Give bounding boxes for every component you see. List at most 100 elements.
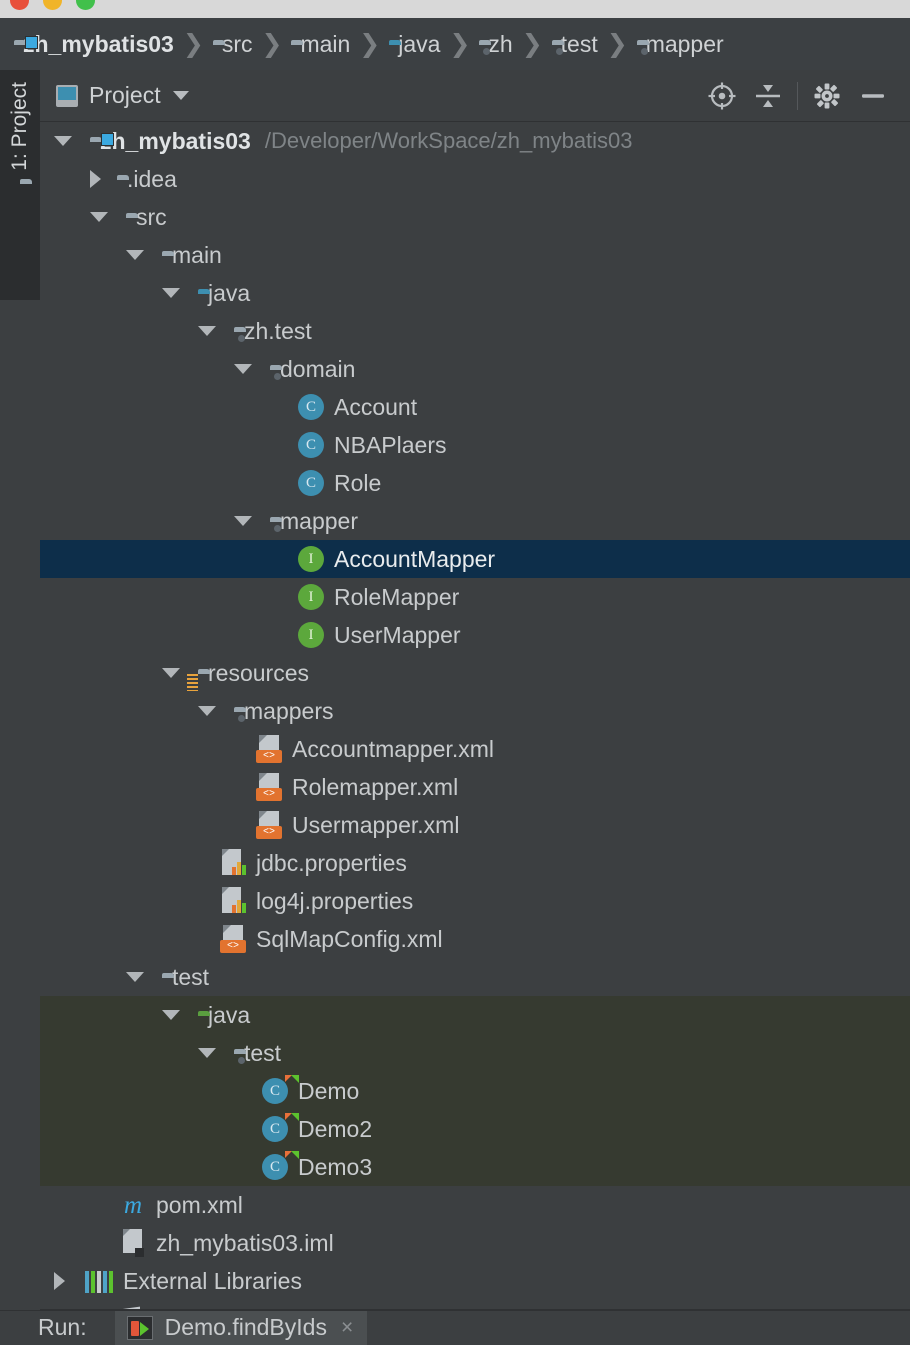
tree-row-package-mapper[interactable]: mapper <box>40 502 910 540</box>
tree-row-file-rolemapper-xml[interactable]: <> Rolemapper.xml <box>40 768 910 806</box>
tree-row-label: resources <box>208 659 309 686</box>
tree-row-interface-accountmapper[interactable]: I AccountMapper <box>40 540 910 578</box>
tree-row-file-sqlmapconfig-xml[interactable]: <> SqlMapConfig.xml <box>40 920 910 958</box>
expand-arrow-icon[interactable] <box>90 212 108 222</box>
close-icon[interactable]: × <box>341 1316 353 1340</box>
tree-row-label: SqlMapConfig.xml <box>256 925 443 952</box>
tree-row-package-zh-test[interactable]: zh.test <box>40 312 910 350</box>
collapse-arrow-icon[interactable] <box>90 170 101 188</box>
minimize-window-button[interactable] <box>43 0 62 10</box>
run-tab[interactable]: Demo.findByIds × <box>114 1310 368 1345</box>
project-view-selector[interactable]: Project <box>56 82 189 109</box>
tree-row-label: java <box>208 279 251 306</box>
expand-arrow-icon[interactable] <box>234 364 252 374</box>
tree-row-file-pom-xml[interactable]: m pom.xml <box>40 1186 910 1224</box>
expand-arrow-icon[interactable] <box>162 668 180 678</box>
tree-row-java-main[interactable]: java <box>40 274 910 312</box>
tree-row-project[interactable]: zh_mybatis03 /Developer/WorkSpace/zh_myb… <box>40 122 910 160</box>
breadcrumb-item-zh[interactable]: zh <box>479 30 513 58</box>
tree-row-package-test[interactable]: test <box>40 1034 910 1072</box>
tree-row-label: zh.test <box>244 317 312 344</box>
tree-row-label: RoleMapper <box>334 583 460 610</box>
tree-row-file-log4j-properties[interactable]: log4j.properties <box>40 882 910 920</box>
breadcrumb-label: zh <box>488 30 513 57</box>
breadcrumb-separator-icon: ❯ <box>521 30 543 58</box>
tree-row-main[interactable]: main <box>40 236 910 274</box>
expand-arrow-icon[interactable] <box>162 288 180 298</box>
maximize-window-button[interactable] <box>76 0 95 10</box>
breadcrumb-item-project[interactable]: zh_mybatis03 <box>14 31 174 58</box>
tree-row-folder-mappers[interactable]: mappers <box>40 692 910 730</box>
tree-row-label: mapper <box>280 507 358 534</box>
tree-row-file-jdbc-properties[interactable]: jdbc.properties <box>40 844 910 882</box>
window-controls[interactable] <box>10 0 95 10</box>
tree-row-class-nbaplaers[interactable]: C NBAPlaers <box>40 426 910 464</box>
tree-row-label: Accountmapper.xml <box>292 735 494 762</box>
collapse-all-icon[interactable] <box>745 73 791 119</box>
breadcrumb-item-java[interactable]: java <box>389 31 440 58</box>
tree-row-file-iml[interactable]: zh_mybatis03.iml <box>40 1224 910 1262</box>
tree-row-label: domain <box>280 355 356 382</box>
settings-gear-icon[interactable] <box>804 73 850 119</box>
java-interface-icon: I <box>298 546 324 572</box>
java-interface-icon: I <box>298 622 324 648</box>
tree-row-file-accountmapper-xml[interactable]: <> Accountmapper.xml <box>40 730 910 768</box>
java-class-icon: C <box>298 470 324 496</box>
collapse-arrow-icon[interactable] <box>54 1272 65 1290</box>
tree-row-src[interactable]: src <box>40 198 910 236</box>
breadcrumb-item-main[interactable]: main <box>291 31 350 58</box>
xml-file-icon: <> <box>256 735 282 763</box>
tree-row-folder-test[interactable]: test <box>40 958 910 996</box>
close-window-button[interactable] <box>10 0 29 10</box>
expand-arrow-icon[interactable] <box>198 706 216 716</box>
scroll-from-source-icon[interactable] <box>699 73 745 119</box>
xml-file-icon: <> <box>220 925 246 953</box>
left-tool-strip: 1: Project <box>0 70 40 1344</box>
expand-arrow-icon[interactable] <box>198 326 216 336</box>
breadcrumb: zh_mybatis03 ❯ src ❯ main ❯ java ❯ zh ❯ … <box>0 18 910 70</box>
expand-arrow-icon[interactable] <box>162 1010 180 1020</box>
tree-row-label: zh_mybatis03 <box>100 127 251 154</box>
expand-arrow-icon[interactable] <box>126 250 144 260</box>
page-title: Project <box>89 82 161 108</box>
hide-icon[interactable] <box>850 73 896 119</box>
expand-arrow-icon[interactable] <box>126 972 144 982</box>
breadcrumb-separator-icon: ❯ <box>606 30 628 58</box>
tree-row-external-libraries[interactable]: External Libraries <box>40 1262 910 1300</box>
tree-row-class-role[interactable]: C Role <box>40 464 910 502</box>
breadcrumb-separator-icon: ❯ <box>449 30 471 58</box>
breadcrumb-item-test[interactable]: test <box>552 31 598 58</box>
tree-row-resources[interactable]: resources <box>40 654 910 692</box>
project-tree[interactable]: zh_mybatis03 /Developer/WorkSpace/zh_myb… <box>40 122 910 1310</box>
xml-file-icon: <> <box>256 773 282 801</box>
tree-row-interface-usermapper[interactable]: I UserMapper <box>40 616 910 654</box>
breadcrumb-label: zh_mybatis03 <box>23 30 174 57</box>
tree-row-class-account[interactable]: C Account <box>40 388 910 426</box>
breadcrumb-item-mapper[interactable]: mapper <box>637 31 724 58</box>
tree-row-java-test[interactable]: java <box>40 996 910 1034</box>
tree-row-package-domain[interactable]: domain <box>40 350 910 388</box>
test-class-icon: C <box>262 1151 299 1180</box>
breadcrumb-separator-icon: ❯ <box>359 30 381 58</box>
breadcrumb-label: mapper <box>645 30 724 57</box>
run-tab-label: Demo.findByIds <box>164 1314 327 1340</box>
tree-row-interface-rolemapper[interactable]: I RoleMapper <box>40 578 910 616</box>
sidebar-item-project[interactable]: 1: Project <box>0 70 40 300</box>
tree-row-class-demo3[interactable]: C Demo3 <box>40 1148 910 1186</box>
breadcrumb-item-src[interactable]: src <box>213 31 253 58</box>
tree-row-class-demo2[interactable]: C Demo2 <box>40 1110 910 1148</box>
breadcrumb-label: src <box>221 30 253 57</box>
breadcrumb-label: main <box>300 30 351 57</box>
tree-row-label: src <box>136 203 167 230</box>
chevron-down-icon[interactable] <box>172 91 189 100</box>
expand-arrow-icon[interactable] <box>234 516 252 526</box>
properties-file-icon <box>220 849 246 877</box>
toolbar-divider <box>797 81 798 110</box>
tree-row-class-demo[interactable]: C Demo <box>40 1072 910 1110</box>
tree-row-file-usermapper-xml[interactable]: <> Usermapper.xml <box>40 806 910 844</box>
expand-arrow-icon[interactable] <box>54 136 72 146</box>
tree-row-idea[interactable]: .idea <box>40 160 910 198</box>
expand-arrow-icon[interactable] <box>198 1048 216 1058</box>
tree-row-label: zh_mybatis03.iml <box>156 1229 334 1256</box>
breadcrumb-label: java <box>398 30 441 57</box>
